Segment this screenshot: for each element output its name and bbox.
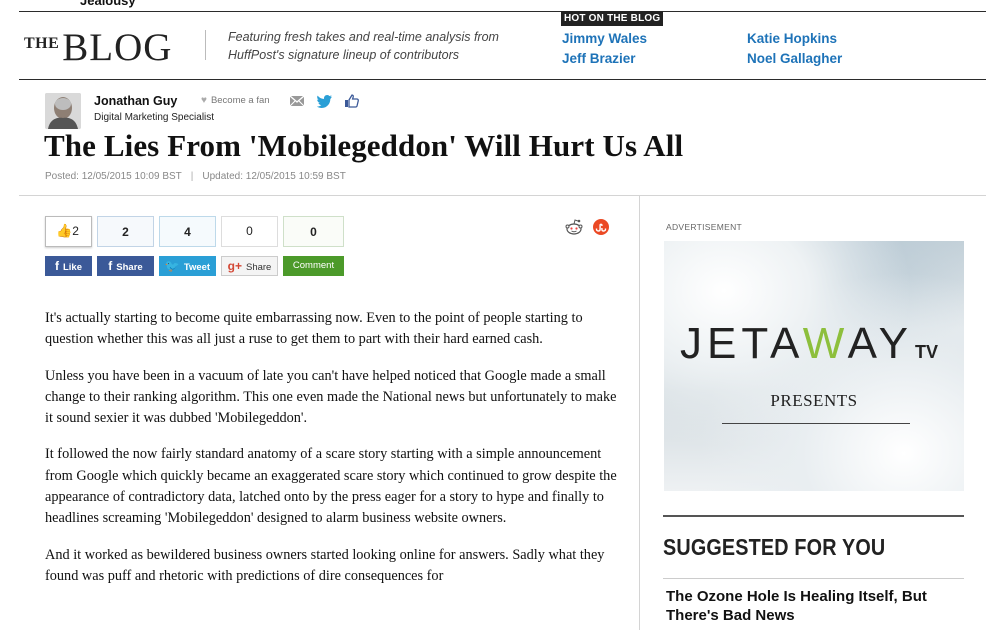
comment-button[interactable]: Comment: [283, 256, 344, 276]
suggested-divider: [663, 578, 964, 579]
suggested-article-link[interactable]: The Ozone Hole Is Healing Itself, But Th…: [666, 587, 961, 625]
become-fan-link[interactable]: ♥ Become a fan: [201, 95, 270, 106]
facebook-count-box: 2: [97, 216, 154, 247]
ad-brand-left: JETA: [680, 319, 803, 368]
column-divider: [639, 196, 640, 630]
reddit-icon[interactable]: [565, 218, 583, 236]
brand-the: THE: [24, 35, 60, 52]
suggested-for-you-heading: SUGGESTED FOR YOU: [663, 534, 886, 560]
hot-link-jeff-brazier[interactable]: Jeff Brazier: [562, 51, 636, 66]
header-divider: [205, 30, 206, 60]
article-paragraph: It's actually starting to become quite e…: [45, 310, 583, 348]
date-separator: |: [190, 171, 194, 182]
facebook-share-button[interactable]: f Share: [97, 256, 154, 276]
like-count-box[interactable]: 👍2: [45, 216, 92, 247]
article-paragraph: It followed the now fairly standard anat…: [45, 446, 617, 527]
article-dates: Posted: 12/05/2015 10:09 BST | Updated: 12…: [45, 171, 346, 182]
top-cut-text: Jealousy: [80, 0, 136, 8]
facebook-icon: f: [54, 259, 59, 273]
article-paragraph: Unless you have been in a vacuum of late…: [45, 367, 617, 427]
gplus-share-label: Share: [245, 262, 272, 273]
twitter-follow-icon[interactable]: [317, 94, 333, 108]
ad-underline: [722, 423, 910, 424]
header-tagline: Featuring fresh takes and real-time anal…: [228, 30, 499, 62]
become-fan-label: Become a fan: [210, 95, 270, 106]
ad-brand-logo: JETAWAY TV: [680, 319, 938, 369]
ad-brand-tv: TV: [915, 342, 939, 362]
header-rule: [19, 195, 986, 196]
gplus-count-box: 0: [221, 216, 278, 247]
facebook-like-button[interactable]: f Like: [45, 256, 92, 276]
twitter-bird-icon: 🐦: [164, 259, 180, 273]
comment-label: Comment: [292, 260, 335, 271]
twitter-count-box: 4: [159, 216, 216, 247]
blog-header: THEBLOG Featuring fresh takes and real-t…: [19, 11, 986, 80]
advertisement-label: ADVERTISEMENT: [666, 222, 743, 232]
ad-brand-right: AY: [847, 319, 914, 368]
updated-date: Updated: 12/05/2015 10:59 BST: [202, 171, 346, 182]
hot-on-the-blog-label: HOT ON THE BLOG: [561, 11, 664, 26]
ad-presents: PRESENTS: [770, 391, 858, 410]
thumbs-up-icon: 👍: [56, 223, 73, 238]
tweet-label: Tweet: [183, 262, 211, 273]
thumbs-up-icon[interactable]: [344, 94, 360, 108]
posted-date: Posted: 12/05/2015 10:09 BST: [45, 171, 182, 182]
hot-link-jimmy-wales[interactable]: Jimmy Wales: [562, 31, 647, 46]
article-body: It's actually starting to become quite e…: [45, 308, 620, 602]
tweet-button[interactable]: 🐦 Tweet: [159, 256, 216, 276]
email-icon[interactable]: [289, 94, 305, 108]
author-title: Digital Marketing Specialist: [94, 112, 215, 123]
like-count: 2: [72, 224, 79, 238]
gplus-share-button[interactable]: g+ Share: [221, 256, 278, 276]
share-label: Share: [116, 262, 143, 273]
brand-blog: BLOG: [62, 26, 173, 69]
comment-count-box: 0: [283, 216, 344, 247]
stumbleupon-icon[interactable]: [592, 218, 610, 236]
gplus-icon: g+: [227, 259, 242, 273]
like-label: Like: [62, 262, 82, 273]
author-byline: Jonathan Guy ♥ Become a fan Digital Marke…: [45, 93, 945, 131]
article-title: The Lies From 'Mobilegeddon' Will Hurt U…: [44, 128, 684, 163]
facebook-icon: f: [108, 259, 113, 273]
heart-icon: ♥: [201, 95, 207, 106]
author-name[interactable]: Jonathan Guy: [94, 94, 177, 108]
jetaway-advertisement[interactable]: JETAWAY TV PRESENTS: [664, 241, 964, 491]
suggested-top-rule: [663, 515, 964, 517]
article-paragraph: And it worked as bewildered business own…: [45, 546, 605, 584]
author-avatar[interactable]: [45, 93, 81, 129]
ad-brand-w: W: [802, 319, 848, 368]
blog-logo[interactable]: THEBLOG: [24, 25, 172, 70]
hot-link-noel-gallagher[interactable]: Noel Gallagher: [747, 51, 842, 66]
hot-link-katie-hopkins[interactable]: Katie Hopkins: [747, 31, 837, 46]
